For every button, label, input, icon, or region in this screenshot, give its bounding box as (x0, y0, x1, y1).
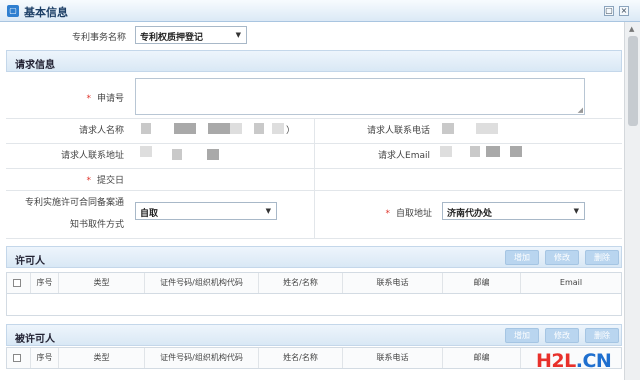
required-mark: * (86, 94, 91, 104)
redacted-text (476, 123, 498, 134)
divider (6, 143, 622, 144)
licensor-delete-button[interactable]: 删除 (585, 250, 619, 265)
select-all-cell (7, 348, 31, 368)
divider (314, 190, 315, 238)
redacted-text (230, 123, 242, 134)
licensee-delete-button[interactable]: 删除 (585, 328, 619, 343)
licensor-add-button[interactable]: 增加 (505, 250, 539, 265)
licensor-table-body (6, 294, 622, 316)
required-mark: * (86, 176, 91, 186)
redacted-text (207, 149, 219, 160)
column-header[interactable]: 姓名/名称 (259, 273, 343, 293)
redacted-text (140, 146, 152, 157)
column-header[interactable]: 证件号码/组织机构代码 (145, 273, 259, 293)
select-all-checkbox[interactable] (13, 354, 21, 362)
requester-email-label: 请求人Email (378, 151, 430, 161)
redacted-text (141, 123, 151, 134)
redacted-text (174, 123, 196, 134)
licensee-table-header: 序号 类型 证件号码/组织机构代码 姓名/名称 联系电话 邮编 (6, 347, 622, 369)
select-all-checkbox[interactable] (13, 279, 21, 287)
app-no-input[interactable]: ◢ (135, 78, 585, 115)
requester-name-label: 请求人名称 (78, 126, 124, 136)
site-watermark-logo: H2L.CN (536, 350, 612, 372)
redacted-text (486, 146, 500, 157)
column-header[interactable]: 类型 (59, 348, 145, 368)
pickup-select[interactable]: 济南代办处 ▼ (442, 202, 585, 220)
redacted-text (440, 146, 452, 157)
licensee-add-button[interactable]: 增加 (505, 328, 539, 343)
window-icon: ▢ (7, 5, 19, 17)
select-all-cell (7, 273, 31, 293)
divider (314, 168, 315, 190)
request-section-header: 请求信息 (6, 50, 622, 72)
notice-method-select[interactable]: 自取 ▼ (135, 202, 277, 220)
app-no-label: * 申请号 (86, 94, 124, 104)
pickup-value: 济南代办处 (447, 209, 493, 219)
chevron-down-icon: ▼ (235, 31, 241, 39)
redacted-text (208, 123, 230, 134)
column-header[interactable]: 序号 (31, 348, 59, 368)
divider (6, 238, 622, 239)
scrollbar-thumb[interactable] (628, 36, 638, 126)
matter-label: 专利事务名称 (71, 33, 126, 43)
redacted-text (272, 123, 284, 134)
licensee-section-title: 被许可人 (15, 334, 55, 345)
column-header[interactable]: 姓名/名称 (259, 348, 343, 368)
pickup-label: * 自取地址 (385, 209, 432, 219)
requester-phone-label: 请求人联系电话 (366, 126, 430, 136)
column-header[interactable]: 联系电话 (343, 348, 443, 368)
window-titlebar: ▢ 基本信息 ▢ × (0, 0, 640, 22)
licensor-section-header: 许可人 增加 修改 删除 (6, 246, 622, 268)
notice-method-label-2: 知书取件方式 (69, 220, 124, 230)
window-title: 基本信息 (24, 6, 68, 19)
column-header[interactable]: 联系电话 (343, 273, 443, 293)
licensor-edit-button[interactable]: 修改 (545, 250, 579, 265)
request-section-title: 请求信息 (15, 60, 55, 71)
column-header[interactable]: 邮编 (443, 273, 521, 293)
chevron-down-icon: ▼ (573, 207, 579, 215)
matter-select-value: 专利权质押登记 (140, 33, 204, 43)
column-header[interactable]: 序号 (31, 273, 59, 293)
chevron-down-icon: ▼ (265, 207, 271, 215)
licensor-section-title: 许可人 (15, 256, 45, 267)
redacted-text (172, 149, 182, 160)
redacted-text (510, 146, 522, 157)
close-button[interactable]: × (619, 6, 629, 16)
vertical-scrollbar[interactable]: ▲ (624, 22, 640, 380)
scroll-up-icon[interactable]: ▲ (629, 25, 634, 33)
requester-addr-label: 请求人联系地址 (60, 151, 124, 161)
column-header[interactable]: 类型 (59, 273, 145, 293)
licensee-section-header: 被许可人 增加 修改 删除 (6, 324, 622, 346)
submit-date-label: * 提交日 (86, 176, 124, 186)
column-header[interactable]: 邮编 (443, 348, 521, 368)
required-mark: * (385, 209, 390, 219)
licensee-edit-button[interactable]: 修改 (545, 328, 579, 343)
redacted-text (254, 123, 264, 134)
matter-select[interactable]: 专利权质押登记 ▼ (135, 26, 247, 44)
notice-method-value: 自取 (140, 209, 159, 219)
licensor-table-header: 序号 类型 证件号码/组织机构代码 姓名/名称 联系电话 邮编 Email (6, 272, 622, 294)
redacted-text (442, 123, 454, 134)
restore-button[interactable]: ▢ (604, 6, 614, 16)
form-content: 专利事务名称 专利权质押登记 ▼ 请求信息 * 申请号 ◢ 请求人名称 ） 请求人… (0, 22, 624, 380)
column-header[interactable]: Email (521, 273, 621, 293)
resize-grip-icon[interactable]: ◢ (578, 106, 583, 114)
name-suffix: ） (286, 126, 296, 136)
redacted-text (470, 146, 480, 157)
column-header[interactable]: 证件号码/组织机构代码 (145, 348, 259, 368)
notice-method-label-1: 专利实施许可合同备案通 (24, 198, 124, 208)
